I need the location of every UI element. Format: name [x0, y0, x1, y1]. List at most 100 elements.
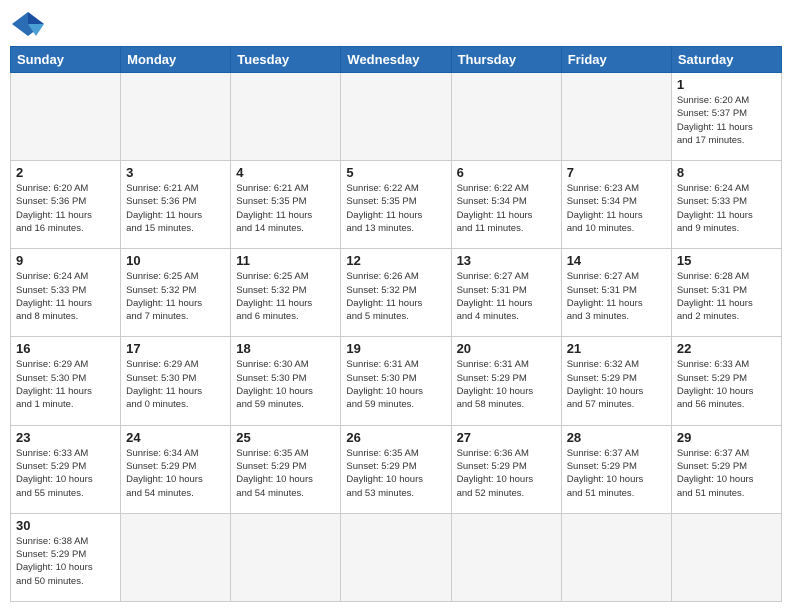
table-row: 17Sunrise: 6:29 AM Sunset: 5:30 PM Dayli…	[121, 337, 231, 425]
table-row: 21 Sunrise: 6:32 AM Sunset: 5:29 PM Dayli…	[561, 337, 671, 425]
day-number: 6	[457, 165, 556, 180]
day-info: Sunrise: 6:22 AM Sunset: 5:34 PM Dayligh…	[457, 182, 556, 235]
table-row: 9 Sunrise: 6:24 AM Sunset: 5:33 PM Daylig…	[11, 249, 121, 337]
day-info: Sunrise: 6:25 AM Sunset: 5:32 PM Dayligh…	[236, 270, 335, 323]
table-row	[121, 513, 231, 601]
table-row: 8Sunrise: 6:24 AM Sunset: 5:33 PM Daylig…	[671, 161, 781, 249]
day-number: 9	[16, 253, 115, 268]
day-number: 16	[16, 341, 115, 356]
day-info: Sunrise: 6:37 AM Sunset: 5:29 PM Dayligh…	[677, 447, 776, 500]
table-row: 24 Sunrise: 6:34 AM Sunset: 5:29 PM Dayli…	[121, 425, 231, 513]
day-info: Sunrise: 6:31 AM Sunset: 5:29 PM Dayligh…	[457, 358, 556, 411]
table-row	[561, 513, 671, 601]
day-info: Sunrise: 6:29 AM Sunset: 5:30 PM Dayligh…	[126, 358, 225, 411]
day-number: 25	[236, 430, 335, 445]
table-row	[231, 513, 341, 601]
logo	[10, 10, 50, 38]
day-number: 21	[567, 341, 666, 356]
day-info: Sunrise: 6:22 AM Sunset: 5:35 PM Dayligh…	[346, 182, 445, 235]
day-number: 19	[346, 341, 445, 356]
logo-icon	[10, 10, 46, 38]
calendar-week-row: 30 Sunrise: 6:38 AM Sunset: 5:29 PM Dayli…	[11, 513, 782, 601]
day-info: Sunrise: 6:38 AM Sunset: 5:29 PM Dayligh…	[16, 535, 115, 588]
day-number: 24	[126, 430, 225, 445]
day-number: 12	[346, 253, 445, 268]
table-row: 11 Sunrise: 6:25 AM Sunset: 5:32 PM Dayli…	[231, 249, 341, 337]
table-row	[561, 73, 671, 161]
day-info: Sunrise: 6:21 AM Sunset: 5:36 PM Dayligh…	[126, 182, 225, 235]
table-row: 6 Sunrise: 6:22 AM Sunset: 5:34 PM Daylig…	[451, 161, 561, 249]
table-row: 20 Sunrise: 6:31 AM Sunset: 5:29 PM Dayli…	[451, 337, 561, 425]
day-number: 11	[236, 253, 335, 268]
day-info: Sunrise: 6:34 AM Sunset: 5:29 PM Dayligh…	[126, 447, 225, 500]
calendar-week-row: 9 Sunrise: 6:24 AM Sunset: 5:33 PM Daylig…	[11, 249, 782, 337]
table-row: 10 Sunrise: 6:25 AM Sunset: 5:32 PM Dayli…	[121, 249, 231, 337]
day-number: 13	[457, 253, 556, 268]
table-row: 3 Sunrise: 6:21 AM Sunset: 5:36 PM Daylig…	[121, 161, 231, 249]
table-row	[341, 513, 451, 601]
day-info: Sunrise: 6:23 AM Sunset: 5:34 PM Dayligh…	[567, 182, 666, 235]
day-info: Sunrise: 6:25 AM Sunset: 5:32 PM Dayligh…	[126, 270, 225, 323]
day-info: Sunrise: 6:28 AM Sunset: 5:31 PM Dayligh…	[677, 270, 776, 323]
day-number: 23	[16, 430, 115, 445]
table-row	[451, 73, 561, 161]
day-info: Sunrise: 6:29 AM Sunset: 5:30 PM Dayligh…	[16, 358, 115, 411]
table-row: 4Sunrise: 6:21 AM Sunset: 5:35 PM Daylig…	[231, 161, 341, 249]
day-info: Sunrise: 6:33 AM Sunset: 5:29 PM Dayligh…	[677, 358, 776, 411]
calendar-week-row: 1Sunrise: 6:20 AM Sunset: 5:37 PM Daylig…	[11, 73, 782, 161]
page: Sunday Monday Tuesday Wednesday Thursday…	[0, 0, 792, 612]
day-number: 18	[236, 341, 335, 356]
header-thursday: Thursday	[451, 47, 561, 73]
day-info: Sunrise: 6:20 AM Sunset: 5:36 PM Dayligh…	[16, 182, 115, 235]
calendar-week-row: 16 Sunrise: 6:29 AM Sunset: 5:30 PM Dayli…	[11, 337, 782, 425]
header	[10, 10, 782, 38]
table-row: 13Sunrise: 6:27 AM Sunset: 5:31 PM Dayli…	[451, 249, 561, 337]
day-number: 30	[16, 518, 115, 533]
day-info: Sunrise: 6:24 AM Sunset: 5:33 PM Dayligh…	[677, 182, 776, 235]
day-info: Sunrise: 6:35 AM Sunset: 5:29 PM Dayligh…	[346, 447, 445, 500]
table-row: 1Sunrise: 6:20 AM Sunset: 5:37 PM Daylig…	[671, 73, 781, 161]
day-info: Sunrise: 6:30 AM Sunset: 5:30 PM Dayligh…	[236, 358, 335, 411]
table-row	[11, 73, 121, 161]
table-row	[671, 513, 781, 601]
day-number: 7	[567, 165, 666, 180]
table-row: 19 Sunrise: 6:31 AM Sunset: 5:30 PM Dayli…	[341, 337, 451, 425]
day-number: 27	[457, 430, 556, 445]
day-number: 5	[346, 165, 445, 180]
day-number: 10	[126, 253, 225, 268]
table-row: 25 Sunrise: 6:35 AM Sunset: 5:29 PM Dayli…	[231, 425, 341, 513]
header-monday: Monday	[121, 47, 231, 73]
table-row: 23 Sunrise: 6:33 AM Sunset: 5:29 PM Dayli…	[11, 425, 121, 513]
table-row: 18 Sunrise: 6:30 AM Sunset: 5:30 PM Dayli…	[231, 337, 341, 425]
table-row: 7 Sunrise: 6:23 AM Sunset: 5:34 PM Daylig…	[561, 161, 671, 249]
calendar-week-row: 2 Sunrise: 6:20 AM Sunset: 5:36 PM Daylig…	[11, 161, 782, 249]
day-number: 26	[346, 430, 445, 445]
day-info: Sunrise: 6:27 AM Sunset: 5:31 PM Dayligh…	[567, 270, 666, 323]
day-number: 3	[126, 165, 225, 180]
table-row: 12 Sunrise: 6:26 AM Sunset: 5:32 PM Dayli…	[341, 249, 451, 337]
day-info: Sunrise: 6:35 AM Sunset: 5:29 PM Dayligh…	[236, 447, 335, 500]
day-info: Sunrise: 6:31 AM Sunset: 5:30 PM Dayligh…	[346, 358, 445, 411]
day-number: 2	[16, 165, 115, 180]
day-number: 20	[457, 341, 556, 356]
day-info: Sunrise: 6:36 AM Sunset: 5:29 PM Dayligh…	[457, 447, 556, 500]
day-info: Sunrise: 6:32 AM Sunset: 5:29 PM Dayligh…	[567, 358, 666, 411]
calendar-header-row: Sunday Monday Tuesday Wednesday Thursday…	[11, 47, 782, 73]
day-info: Sunrise: 6:21 AM Sunset: 5:35 PM Dayligh…	[236, 182, 335, 235]
header-wednesday: Wednesday	[341, 47, 451, 73]
table-row: 26 Sunrise: 6:35 AM Sunset: 5:29 PM Dayli…	[341, 425, 451, 513]
table-row: 22Sunrise: 6:33 AM Sunset: 5:29 PM Dayli…	[671, 337, 781, 425]
table-row: 30 Sunrise: 6:38 AM Sunset: 5:29 PM Dayli…	[11, 513, 121, 601]
day-number: 14	[567, 253, 666, 268]
table-row: 2 Sunrise: 6:20 AM Sunset: 5:36 PM Daylig…	[11, 161, 121, 249]
table-row: 27 Sunrise: 6:36 AM Sunset: 5:29 PM Dayli…	[451, 425, 561, 513]
day-info: Sunrise: 6:26 AM Sunset: 5:32 PM Dayligh…	[346, 270, 445, 323]
table-row: 16 Sunrise: 6:29 AM Sunset: 5:30 PM Dayli…	[11, 337, 121, 425]
table-row: 5 Sunrise: 6:22 AM Sunset: 5:35 PM Daylig…	[341, 161, 451, 249]
day-info: Sunrise: 6:24 AM Sunset: 5:33 PM Dayligh…	[16, 270, 115, 323]
day-info: Sunrise: 6:20 AM Sunset: 5:37 PM Dayligh…	[677, 94, 776, 147]
header-friday: Friday	[561, 47, 671, 73]
day-info: Sunrise: 6:33 AM Sunset: 5:29 PM Dayligh…	[16, 447, 115, 500]
calendar: Sunday Monday Tuesday Wednesday Thursday…	[10, 46, 782, 602]
table-row: 29Sunrise: 6:37 AM Sunset: 5:29 PM Dayli…	[671, 425, 781, 513]
